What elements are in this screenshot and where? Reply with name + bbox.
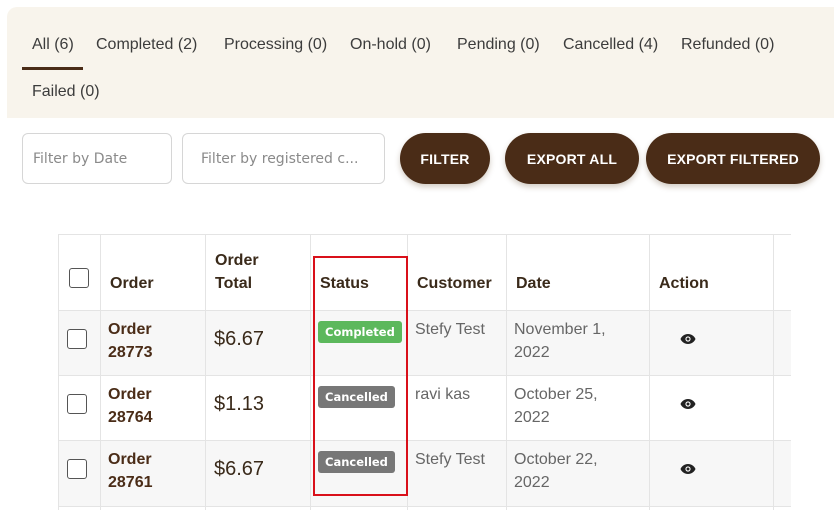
active-tab-indicator [22, 67, 83, 70]
order-date-line1: October 25, [514, 386, 598, 403]
header-status[interactable]: Status [320, 272, 369, 295]
status-badge-cancelled: Cancelled [318, 386, 395, 408]
view-eye-icon[interactable] [680, 463, 696, 475]
order-number[interactable]: 28764 [108, 406, 153, 429]
header-action: Action [659, 275, 709, 292]
column-divider [649, 235, 650, 510]
tab-processing[interactable]: Processing (0) [224, 35, 327, 55]
status-badge-completed: Completed [318, 321, 402, 343]
row-divider [59, 440, 791, 441]
order-date-line1: October 22, [514, 451, 598, 468]
order-total: $1.13 [214, 393, 265, 415]
tab-cancelled[interactable]: Cancelled (4) [563, 35, 658, 55]
row-checkbox[interactable] [67, 459, 87, 479]
order-number[interactable]: 28773 [108, 341, 153, 364]
column-divider [205, 235, 206, 510]
status-tabs-bar [7, 7, 834, 118]
column-divider [773, 235, 774, 510]
row-divider [59, 310, 791, 311]
column-divider [310, 235, 311, 510]
row-checkbox[interactable] [67, 329, 87, 349]
row-divider [59, 506, 791, 507]
select-all-checkbox[interactable] [69, 268, 89, 288]
column-divider [506, 235, 507, 510]
view-eye-icon[interactable] [680, 333, 696, 345]
header-order-total-line2[interactable]: Total [215, 272, 252, 295]
tab-failed[interactable]: Failed (0) [32, 82, 100, 102]
column-divider [407, 235, 408, 510]
tab-all[interactable]: All (6) [32, 35, 74, 55]
header-order-total-line1[interactable]: Order [215, 249, 259, 272]
header-order[interactable]: Order [110, 272, 154, 295]
order-link[interactable]: Order [108, 448, 152, 471]
order-date-line1: November 1, [514, 321, 606, 338]
header-customer[interactable]: Customer [417, 272, 492, 295]
tab-pending[interactable]: Pending (0) [457, 35, 540, 55]
order-date-line2: 2022 [514, 409, 550, 426]
order-date-line2: 2022 [514, 344, 550, 361]
order-total: $6.67 [214, 328, 265, 350]
order-date-line2: 2022 [514, 474, 550, 491]
customer-name: Stefy Test [415, 321, 485, 338]
customer-name: ravi kas [415, 386, 471, 403]
view-eye-icon[interactable] [680, 398, 696, 410]
tab-completed[interactable]: Completed (2) [96, 35, 197, 55]
filter-customer-input[interactable] [182, 133, 385, 184]
order-link[interactable]: Order [108, 318, 152, 341]
row-checkbox[interactable] [67, 394, 87, 414]
order-link[interactable]: Order [108, 383, 152, 406]
export-all-button[interactable]: EXPORT ALL [505, 133, 639, 184]
filter-date-input[interactable] [22, 133, 172, 184]
export-filtered-button[interactable]: EXPORT FILTERED [646, 133, 820, 184]
customer-name: Stefy Test [415, 451, 485, 468]
order-number[interactable]: 28761 [108, 471, 153, 494]
tab-on-hold[interactable]: On-hold (0) [350, 35, 431, 55]
column-divider [100, 235, 101, 510]
filter-button[interactable]: FILTER [400, 133, 490, 184]
order-total: $6.67 [214, 458, 265, 480]
row-divider [59, 375, 791, 376]
status-badge-cancelled: Cancelled [318, 451, 395, 473]
tab-refunded[interactable]: Refunded (0) [681, 35, 774, 55]
header-date[interactable]: Date [516, 272, 551, 295]
